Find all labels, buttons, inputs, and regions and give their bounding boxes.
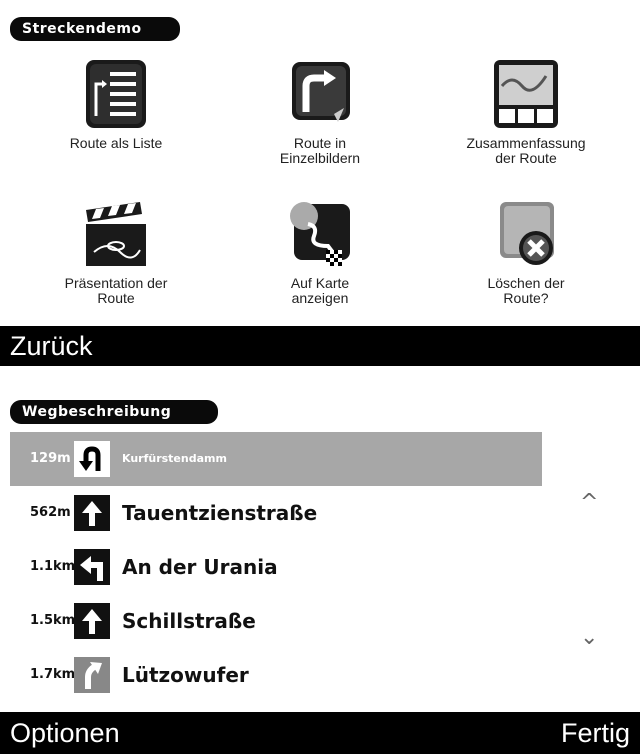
straight-arrow-icon (74, 495, 110, 531)
delete-route-label: Löschen der Route? (487, 275, 565, 306)
route-as-list-item[interactable]: Route als Liste (16, 56, 216, 151)
route-summary-icon (494, 60, 558, 128)
route-images-icon (292, 62, 350, 122)
direction-row[interactable]: 1.5km Schillstraße (10, 594, 542, 648)
section-title-streckendemo: Streckendemo (10, 17, 180, 41)
direction-street: Tauentzienstraße (122, 501, 318, 525)
done-button[interactable]: Fertig (561, 712, 630, 754)
route-list-icon (86, 60, 146, 128)
scroll-down-icon[interactable]: ⌄ (580, 625, 598, 650)
show-on-map-item[interactable]: Auf Karte anzeigen (220, 196, 420, 306)
scroll-up-icon[interactable]: ^ (580, 490, 598, 515)
turn-left-icon (74, 549, 110, 585)
directions-list: 129m Kurfürstendamm 562m Tauentzienstraß… (10, 432, 542, 702)
direction-distance: 1.5km (30, 613, 76, 628)
direction-distance: 1.7km (30, 667, 76, 682)
direction-row[interactable]: 129m Kurfürstendamm (10, 432, 542, 486)
map-route-icon (290, 202, 350, 266)
route-presentation-item[interactable]: Präsentation der Route (16, 196, 216, 306)
delete-route-item[interactable]: Löschen der Route? (426, 196, 626, 306)
route-as-list-label: Route als Liste (69, 135, 163, 151)
direction-street: Schillstraße (122, 609, 256, 633)
route-summary-item[interactable]: Zusammenfassung der Route (426, 56, 626, 166)
delete-route-icon (500, 202, 554, 265)
show-on-map-label: Auf Karte anzeigen (290, 275, 350, 306)
bear-right-icon (74, 657, 110, 693)
clapperboard-icon (86, 202, 146, 266)
direction-row[interactable]: 562m Tauentzienstraße (10, 486, 542, 540)
direction-street: An der Urania (122, 555, 278, 579)
direction-street: Lützowufer (122, 663, 249, 687)
direction-street: Kurfürstendamm (122, 452, 227, 465)
route-summary-label: Zusammenfassung der Route (466, 135, 586, 166)
direction-distance: 1.1km (30, 559, 76, 574)
straight-arrow-icon (74, 603, 110, 639)
route-images-item[interactable]: Route in Einzelbildern (220, 56, 420, 166)
options-button[interactable]: Optionen (10, 712, 120, 754)
direction-distance: 129m (30, 451, 71, 466)
direction-distance: 562m (30, 505, 71, 520)
route-images-label: Route in Einzelbildern (279, 135, 361, 166)
route-presentation-label: Präsentation der Route (64, 275, 168, 306)
direction-row[interactable]: 1.7km Lützowufer (10, 648, 542, 702)
section-title-wegbeschreibung: Wegbeschreibung (10, 400, 218, 424)
bottom-softkey-bar: Optionen Fertig (0, 712, 640, 754)
u-turn-icon (74, 441, 110, 477)
direction-row[interactable]: 1.1km An der Urania (10, 540, 542, 594)
back-button[interactable]: Zurück (0, 326, 640, 366)
route-demo-grid: Route als Liste Route in Einzelbildern Z… (0, 52, 640, 322)
